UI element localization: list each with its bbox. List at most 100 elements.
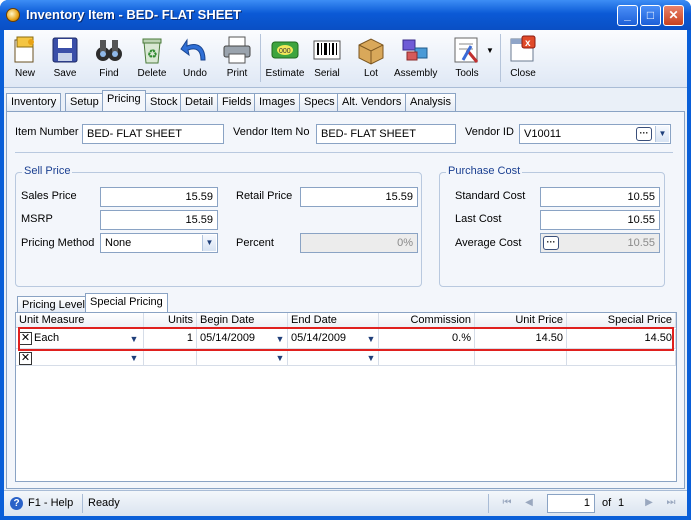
tab-pricing-level[interactable]: Pricing Level [17,296,90,313]
find-button[interactable]: Find [92,32,126,86]
col-header-end-date[interactable]: End Date [288,313,379,328]
average-cost-field: ··· 10.55 [540,233,660,253]
tools-icon [451,34,483,66]
first-page-icon[interactable]: ⏮ [500,496,514,510]
chevron-down-icon[interactable]: ▼ [274,352,286,364]
app-window: Inventory Item - BED- FLAT SHEET _ □ ✕ N… [0,0,691,520]
chevron-down-icon[interactable]: ▼ [365,352,377,364]
tools-dropdown-arrow-icon[interactable]: ▼ [486,46,494,55]
tab-specs[interactable]: Specs [299,93,340,111]
estimate-button[interactable]: 000 Estimate [264,32,306,86]
chevron-down-icon[interactable]: ▼ [655,126,669,142]
last-page-icon[interactable]: ⏭ [664,496,678,510]
percent-label: Percent [236,237,274,249]
undo-button[interactable]: Undo [178,32,212,86]
sales-price-label: Sales Price [21,190,77,202]
retail-price-field[interactable]: 15.59 [300,187,418,207]
pricing-method-value: None [105,237,132,249]
recycle-bin-icon: ♻ [136,34,168,66]
vendor-item-no-label: Vendor Item No [233,126,310,138]
assembly-icon [399,34,431,66]
status-bar: ? F1 - Help Ready ⏮ ◀ 1 of 1 ▶ ⏭ [4,490,687,516]
cell-commission-new[interactable] [379,350,475,366]
tab-detail[interactable]: Detail [180,93,219,111]
vendor-item-no-field[interactable]: BED- FLAT SHEET [316,124,456,144]
tab-special-pricing[interactable]: Special Pricing [85,293,168,313]
col-header-begin-date[interactable]: Begin Date [197,313,288,328]
maximize-button[interactable]: □ [640,5,661,26]
tab-images[interactable]: Images [254,93,301,111]
sell-price-title: Sell Price [22,165,73,177]
app-icon [6,8,20,22]
status-text: Ready [88,497,120,509]
help-icon[interactable]: ? [10,497,23,510]
toolbar: New Save Find ♻ Delete Undo Print 000 Es… [4,30,687,88]
print-button[interactable]: Print [220,32,254,86]
save-button[interactable]: Save [48,32,82,86]
cell-special-price-new[interactable] [567,350,676,366]
chevron-down-icon[interactable]: ▼ [128,352,140,364]
sales-price-field[interactable]: 15.59 [100,187,218,207]
new-document-icon [9,34,41,66]
barcode-icon [311,34,343,66]
percent-field: 0% [300,233,418,253]
binoculars-icon [93,34,125,66]
msrp-field[interactable]: 15.59 [100,210,218,230]
last-cost-field[interactable]: 10.55 [540,210,660,230]
pricing-method-label: Pricing Method [21,237,95,249]
tab-analysis[interactable]: Analysis [405,93,456,111]
cell-unit-measure-new[interactable] [16,350,144,366]
average-cost-value: 10.55 [627,237,655,249]
lot-button[interactable]: Lot [354,32,388,86]
cell-units-new[interactable] [144,350,197,366]
tab-fields[interactable]: Fields [217,93,257,111]
ellipsis-icon[interactable]: ··· [543,236,559,250]
assembly-button[interactable]: Assembly [394,32,437,86]
tab-pricing[interactable]: Pricing [102,90,146,112]
undo-arrow-icon [179,34,211,66]
serial-button[interactable]: Serial [310,32,344,86]
estimate-icon: 000 [269,34,301,66]
box-icon [355,34,387,66]
new-button[interactable]: New [8,32,42,86]
pricing-method-select[interactable]: None ▼ [100,233,218,253]
tab-alt-vendors[interactable]: Alt. Vendors [337,93,407,111]
close-window-button[interactable]: ✕ [663,5,684,26]
pricing-panel: Item Number BED- FLAT SHEET Vendor Item … [6,111,685,489]
tab-setup[interactable]: Setup [65,93,104,111]
divider [488,494,489,513]
standard-cost-label: Standard Cost [455,190,526,202]
delete-button[interactable]: ♻ Delete [134,32,170,86]
next-page-icon[interactable]: ▶ [642,496,656,510]
ellipsis-icon[interactable]: ··· [636,127,652,141]
svg-text:000: 000 [279,48,291,55]
tab-inventory[interactable]: Inventory [6,93,62,111]
of-label: of [602,497,612,509]
delete-row-icon[interactable]: ✕ [19,352,32,365]
chevron-down-icon[interactable]: ▼ [202,235,216,251]
vendor-id-field[interactable]: V10011 ··· ▼ [519,124,671,144]
tab-stock[interactable]: Stock [145,93,183,111]
toolbar-separator [260,34,261,82]
special-pricing-grid: Unit Measure Units Begin Date End Date C… [15,312,677,482]
col-header-unit-measure[interactable]: Unit Measure [16,313,144,328]
previous-page-icon[interactable]: ◀ [522,496,536,510]
col-header-commission[interactable]: Commission [379,313,475,328]
col-header-unit-price[interactable]: Unit Price [475,313,567,328]
window-client: New Save Find ♻ Delete Undo Print 000 Es… [4,30,687,516]
cell-unit-price-new[interactable] [475,350,567,366]
svg-text:x: x [525,38,531,49]
item-number-field[interactable]: BED- FLAT SHEET [82,124,224,144]
col-header-units[interactable]: Units [144,313,197,328]
close-button[interactable]: x Close [506,32,540,86]
page-number-input[interactable]: 1 [547,494,595,513]
last-cost-label: Last Cost [455,213,502,225]
title-bar: Inventory Item - BED- FLAT SHEET _ □ ✕ [0,0,691,30]
standard-cost-field[interactable]: 10.55 [540,187,660,207]
col-header-special-price[interactable]: Special Price [567,313,676,328]
window-title: Inventory Item - BED- FLAT SHEET [26,7,241,22]
tools-button[interactable]: Tools [448,32,486,86]
item-number-label: Item Number [15,126,79,138]
vendor-id-label: Vendor ID [465,126,514,138]
minimize-button[interactable]: _ [617,5,638,26]
